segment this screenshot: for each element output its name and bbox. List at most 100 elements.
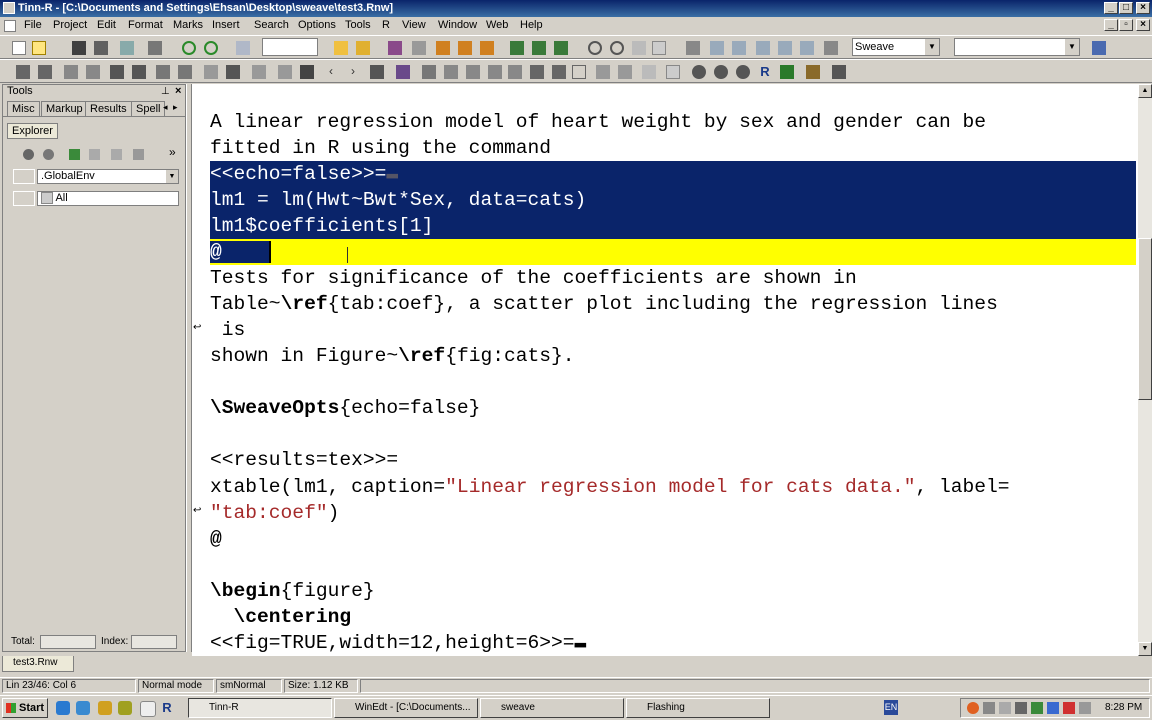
tab-misc[interactable]: Misc xyxy=(7,101,40,116)
code-line-selected[interactable]: lm1$coefficients[1] xyxy=(210,213,1136,239)
tray-icon[interactable] xyxy=(1079,702,1091,714)
comment-icon[interactable] xyxy=(412,41,426,55)
code-line[interactable]: fitted in R using the command xyxy=(210,135,1136,161)
chevron-down-icon[interactable]: ▼ xyxy=(924,39,939,55)
goto-icon[interactable] xyxy=(652,41,666,55)
tab-test3-rnw[interactable]: test3.Rnw xyxy=(2,656,74,672)
tool-3-icon[interactable] xyxy=(466,65,480,79)
volume-icon[interactable] xyxy=(1015,702,1027,714)
task-winedt[interactable]: WinEdt - [C:\Documents... xyxy=(334,698,478,718)
save-all-icon[interactable] xyxy=(94,41,108,55)
bookmark-icon[interactable] xyxy=(334,41,348,55)
chevron-down-icon[interactable]: ▼ xyxy=(1064,39,1079,55)
tab-scroll-right-icon[interactable]: ▸ xyxy=(173,102,178,113)
arrow-right-icon[interactable]: › xyxy=(346,65,360,79)
code-line-selected[interactable]: <<echo=false>>=▬ xyxy=(210,161,1136,187)
tray-icon[interactable] xyxy=(999,702,1011,714)
menu-help[interactable]: Help xyxy=(520,19,543,31)
minimize-button[interactable]: _ xyxy=(1104,2,1118,14)
chrome-icon[interactable] xyxy=(56,701,70,715)
align-2-icon[interactable] xyxy=(38,65,52,79)
scroll-down-icon[interactable]: ▼ xyxy=(1138,642,1152,656)
pen-icon[interactable] xyxy=(530,65,544,79)
tab-scroll-left-icon[interactable]: ◂ xyxy=(163,102,168,113)
shape-3-icon[interactable] xyxy=(642,65,656,79)
tab-markup[interactable]: Markup xyxy=(41,101,88,116)
scrollbar-thumb[interactable] xyxy=(1138,238,1152,400)
menu-view[interactable]: View xyxy=(402,19,426,31)
explorer-icon[interactable] xyxy=(98,701,112,715)
syntax-combo[interactable]: Sweave ▼ xyxy=(852,38,940,56)
code-line[interactable]: xtable(lm1, caption="Linear regression m… xyxy=(210,474,1136,500)
close-button[interactable]: × xyxy=(1136,2,1150,14)
menu-file[interactable]: File xyxy=(24,19,42,31)
block-2-icon[interactable] xyxy=(132,65,146,79)
tools-icon[interactable] xyxy=(824,41,838,55)
security-icon[interactable] xyxy=(1063,702,1075,714)
format-3-icon[interactable] xyxy=(480,41,494,55)
r-console-icon[interactable] xyxy=(780,65,794,79)
window-4-icon[interactable] xyxy=(778,41,792,55)
code-line[interactable]: \begin{figure} xyxy=(210,578,1136,604)
pin-icon[interactable]: ⊥ xyxy=(161,85,170,98)
doc-close-button[interactable]: × xyxy=(1136,19,1150,31)
tool-4-icon[interactable] xyxy=(488,65,502,79)
scroll-up-icon[interactable]: ▲ xyxy=(1138,84,1152,98)
new-file-icon[interactable] xyxy=(12,41,26,55)
window-3-icon[interactable] xyxy=(756,41,770,55)
menu-marks[interactable]: Marks xyxy=(173,19,203,31)
find-next-icon[interactable] xyxy=(632,41,646,55)
task-tinn-r[interactable]: Tinn-R xyxy=(188,698,332,718)
code-line[interactable]: Tests for significance of the coefficien… xyxy=(210,265,1136,291)
tray-icon[interactable] xyxy=(967,702,979,714)
show-desktop-icon[interactable] xyxy=(140,701,156,717)
redo-icon[interactable] xyxy=(204,41,218,55)
shape-icon[interactable] xyxy=(596,65,610,79)
list-icon[interactable] xyxy=(204,65,218,79)
print-icon[interactable] xyxy=(148,41,162,55)
stats-icon[interactable] xyxy=(666,65,680,79)
edit-icon[interactable] xyxy=(111,149,122,160)
tray-icon[interactable] xyxy=(1047,702,1059,714)
language-indicator[interactable]: EN xyxy=(884,700,898,715)
maximize-button[interactable]: □ xyxy=(1119,2,1133,14)
tab-spell[interactable]: Spell xyxy=(131,101,166,116)
shape-2-icon[interactable] xyxy=(618,65,632,79)
doc-restore-button[interactable]: ▫ xyxy=(1119,19,1133,31)
send-icon[interactable] xyxy=(510,41,524,55)
format-2-icon[interactable] xyxy=(458,41,472,55)
bookmark-next-icon[interactable] xyxy=(356,41,370,55)
filter-combo[interactable]: All xyxy=(37,191,179,206)
menu-insert[interactable]: Insert xyxy=(212,19,240,31)
code-line[interactable]: is xyxy=(210,317,1136,343)
chevron-down-icon[interactable]: ▼ xyxy=(166,170,178,183)
send-3-icon[interactable] xyxy=(554,41,568,55)
vertical-scrollbar[interactable]: ▲ ▼ xyxy=(1138,84,1152,656)
undo-icon[interactable] xyxy=(182,41,196,55)
menu-edit[interactable]: Edit xyxy=(97,19,116,31)
doc-minimize-button[interactable]: _ xyxy=(1104,19,1118,31)
r-tool-2-icon[interactable] xyxy=(832,65,846,79)
menu-project[interactable]: Project xyxy=(53,19,87,31)
remove-icon[interactable] xyxy=(43,149,54,160)
filter-icon[interactable] xyxy=(236,41,250,55)
close-file-icon[interactable] xyxy=(120,41,134,55)
open-folder-icon[interactable] xyxy=(32,41,46,55)
tool-5-icon[interactable] xyxy=(508,65,522,79)
menu-tools[interactable]: Tools xyxy=(345,19,371,31)
code-line[interactable]: A linear regression model of heart weigh… xyxy=(210,109,1136,135)
code-line[interactable]: <<fig=TRUE,width=12,height=6>>=▬ xyxy=(210,630,1136,656)
stop-icon[interactable] xyxy=(226,65,240,79)
menu-web[interactable]: Web xyxy=(486,19,508,31)
highlight-icon[interactable] xyxy=(388,41,402,55)
replace-icon[interactable] xyxy=(610,41,624,55)
code-line[interactable]: Table~\ref{tab:coef}, a scatter plot inc… xyxy=(210,291,1136,317)
circle-2-icon[interactable] xyxy=(714,65,728,79)
outdent-icon[interactable] xyxy=(86,65,100,79)
tool-2-icon[interactable] xyxy=(444,65,458,79)
tool-icon[interactable] xyxy=(422,65,436,79)
menu-search[interactable]: Search xyxy=(254,19,289,31)
quick-launch-icon[interactable] xyxy=(118,701,132,715)
cut-icon[interactable] xyxy=(370,65,384,79)
refresh-icon[interactable] xyxy=(23,149,34,160)
